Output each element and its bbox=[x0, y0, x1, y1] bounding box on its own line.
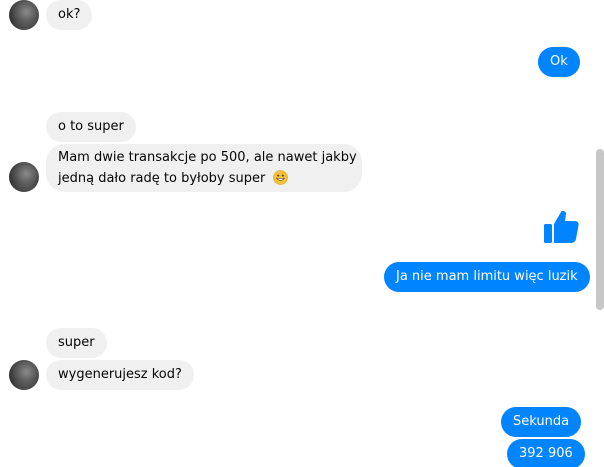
outgoing-message-bubble[interactable]: Sekunda bbox=[501, 407, 582, 437]
grinning-face-icon bbox=[272, 170, 288, 185]
contact-avatar[interactable] bbox=[9, 0, 39, 30]
incoming-message-bubble[interactable]: Mam dwie transakcje po 500, ale nawet ja… bbox=[46, 144, 362, 192]
outgoing-message-bubble[interactable]: Ok bbox=[538, 47, 580, 77]
outgoing-message-bubble[interactable]: 392 906 bbox=[507, 439, 585, 467]
message-line: Mam dwie transakcje po 500, ale nawet ja… bbox=[58, 150, 357, 165]
outgoing-message-bubble[interactable]: Ja nie mam limitu więc luzik bbox=[384, 262, 590, 292]
chat-transcript: ok? Ok o to super Mam dwie transakcje po… bbox=[0, 0, 596, 467]
chat-scrollbar[interactable] bbox=[596, 0, 604, 467]
thumbs-up-icon[interactable] bbox=[542, 208, 580, 246]
incoming-message-bubble[interactable]: o to super bbox=[46, 112, 136, 142]
scrollbar-thumb[interactable] bbox=[596, 149, 604, 310]
incoming-message-bubble[interactable]: ok? bbox=[46, 0, 93, 30]
message-line-with-emoji: jedną dało radę to byłoby super bbox=[58, 168, 350, 189]
incoming-message-bubble[interactable]: super bbox=[46, 328, 107, 358]
incoming-message-bubble[interactable]: wygenerujesz kod? bbox=[46, 360, 194, 390]
contact-avatar[interactable] bbox=[9, 360, 39, 390]
message-line: jedną dało radę to byłoby super bbox=[58, 171, 266, 186]
contact-avatar[interactable] bbox=[9, 162, 39, 192]
